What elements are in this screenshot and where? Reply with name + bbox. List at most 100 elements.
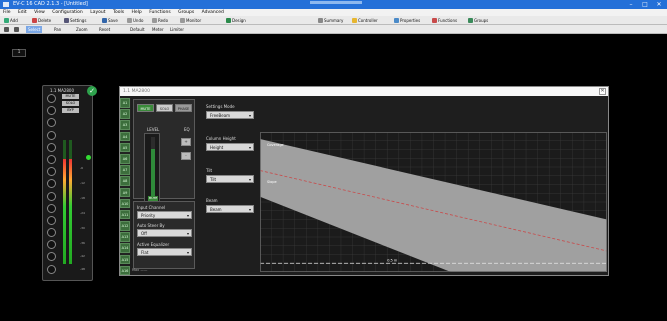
speaker-mute-button[interactable]: MUTE	[62, 94, 79, 99]
channel-tab-a4[interactable]: A4	[120, 131, 130, 142]
meter-button[interactable]: Meter	[150, 26, 166, 33]
settings-mode-label: Settings Mode	[206, 104, 235, 109]
speaker-name: 1.1 MA2800	[50, 88, 74, 93]
speaker-solo-button[interactable]: SOLO	[62, 101, 79, 106]
menu-tools[interactable]: Tools	[113, 10, 124, 15]
chevron-down-icon: ▾	[186, 250, 189, 255]
auto-steer-select[interactable]: Off ▾	[137, 229, 192, 237]
mute-mode-button[interactable]: MUTE	[137, 104, 154, 112]
zoom-button[interactable]: Zoom	[74, 26, 90, 33]
meter-tick: -18	[80, 196, 85, 200]
design-button[interactable]: Design	[224, 17, 248, 24]
properties-button[interactable]: Properties	[392, 17, 422, 24]
column-height-select[interactable]: Height ▾	[206, 143, 254, 151]
channel-tab-a13[interactable]: A13	[120, 232, 130, 242]
active-equalizer-select[interactable]: Flat ▾	[137, 248, 192, 256]
settings-mode-select[interactable]: FreeBeam ▾	[206, 111, 254, 119]
channel-tab-a2[interactable]: A2	[120, 109, 130, 119]
channel-tab-a3[interactable]: A3	[120, 120, 130, 130]
channel-tab-a10[interactable]: A10	[120, 198, 130, 209]
driver-circle	[47, 154, 56, 164]
channel-tab-a12[interactable]: A12	[120, 221, 130, 231]
channel-tab-a7[interactable]: A7	[120, 165, 130, 175]
redo-button[interactable]: Redo	[150, 17, 170, 24]
decrease-button[interactable]: -	[181, 152, 191, 160]
coverage-plot[interactable]: Coverage Slope 0.5 m	[260, 132, 607, 272]
input-channel-select[interactable]: Priority ▾	[137, 211, 192, 219]
menu-view[interactable]: View	[34, 10, 45, 15]
properties-icon	[394, 18, 399, 23]
menu-layout[interactable]: Layout	[90, 10, 105, 15]
driver-circle	[47, 106, 56, 116]
fader-fill	[151, 149, 155, 197]
dialog-close-button[interactable]: ✕	[599, 88, 606, 95]
menu-groups[interactable]: Groups	[178, 10, 194, 15]
close-button[interactable]: ✕	[652, 0, 666, 9]
menu-functions[interactable]: Functions	[149, 10, 171, 15]
meter-tick: -42	[80, 254, 85, 258]
channel-tab-a16[interactable]: A16	[120, 265, 130, 276]
chevron-down-icon: ▾	[186, 213, 189, 218]
monitor-button[interactable]: Monitor	[178, 17, 203, 24]
zoom-tool[interactable]	[12, 26, 22, 33]
save-button[interactable]: Save	[100, 17, 120, 24]
menu-help[interactable]: Help	[132, 10, 142, 15]
workspace-tab-strip	[0, 34, 667, 58]
undo-button[interactable]: Undo	[125, 17, 145, 24]
select-tool[interactable]: Select	[26, 26, 43, 33]
monitor-icon	[180, 18, 185, 23]
channel-tab-a14[interactable]: A14	[120, 243, 130, 254]
solo-mode-button[interactable]: SOLO	[156, 104, 173, 112]
meter-tick: -30	[80, 226, 85, 230]
default-button[interactable]: Default	[128, 26, 147, 33]
level-fader[interactable]	[151, 137, 155, 197]
input-settings-panel: Input Channel Priority ▾ Auto Steer By Of…	[133, 201, 195, 269]
beam-label: Beam	[206, 198, 218, 203]
channel-control-panel: MUTE SOLO PHASE LEVEL EQ MUTE + -	[133, 99, 195, 203]
magnifier-icon	[14, 27, 19, 32]
minimize-button[interactable]: –	[624, 0, 638, 9]
undo-icon	[127, 18, 132, 23]
dialog-status-text: Max ——	[132, 268, 148, 272]
input-channel-label: Input Channel	[137, 205, 166, 210]
phase-mode-button[interactable]: PHASE	[175, 104, 192, 112]
menu-file[interactable]: File	[3, 10, 11, 15]
channel-tab-a5[interactable]: A5	[120, 142, 130, 153]
beam-select[interactable]: Beam ▾	[206, 205, 254, 213]
channel-tab-a11[interactable]: A11	[120, 209, 130, 220]
channel-tab-a9[interactable]: A9	[120, 187, 130, 198]
signal-led	[86, 155, 91, 160]
channel-tab-a1[interactable]: A1	[120, 98, 130, 108]
functions-button[interactable]: Functions	[430, 17, 459, 24]
menu-advanced[interactable]: Advanced	[202, 10, 224, 15]
settings-button[interactable]: Settings	[62, 17, 88, 24]
channel-tab-a15[interactable]: A15	[120, 254, 130, 265]
driver-circle	[47, 118, 56, 128]
driver-circle	[47, 240, 56, 250]
groups-button[interactable]: Groups	[466, 17, 490, 24]
menu-edit[interactable]: Edit	[18, 10, 27, 15]
increase-button[interactable]: +	[181, 138, 191, 146]
driver-column	[46, 94, 58, 278]
tilt-label: Tilt	[206, 168, 213, 173]
maximize-button[interactable]: □	[638, 0, 652, 9]
speaker-module[interactable]: 1.1 MA2800 ✓ MUTE SOLO BYP -6 -12 -18 -2…	[42, 85, 97, 281]
delete-button[interactable]: Delete	[30, 17, 53, 24]
main-toolbar: Add Delete Settings Save Undo Redo Monit…	[0, 16, 667, 25]
reset-button[interactable]: Reset	[97, 26, 112, 33]
channel-tab-a6[interactable]: A6	[120, 153, 130, 164]
add-button[interactable]: Add	[2, 17, 20, 24]
eq-label: EQ	[184, 127, 190, 132]
speaker-bypass-button[interactable]: BYP	[62, 108, 79, 113]
menu-configuration[interactable]: Configuration	[52, 10, 83, 15]
pan-tool[interactable]: Pan	[52, 26, 63, 33]
tilt-select[interactable]: Tilt ▾	[206, 175, 254, 183]
design-icon	[226, 18, 231, 23]
limiter-button[interactable]: Limiter	[168, 26, 186, 33]
summary-button[interactable]: Summary	[316, 17, 345, 24]
controller-button[interactable]: Controller	[350, 17, 380, 24]
pointer-tool[interactable]	[2, 26, 12, 33]
add-icon	[4, 18, 9, 23]
workspace-tab[interactable]: 1	[12, 49, 26, 57]
channel-tab-a8[interactable]: A8	[120, 176, 130, 186]
